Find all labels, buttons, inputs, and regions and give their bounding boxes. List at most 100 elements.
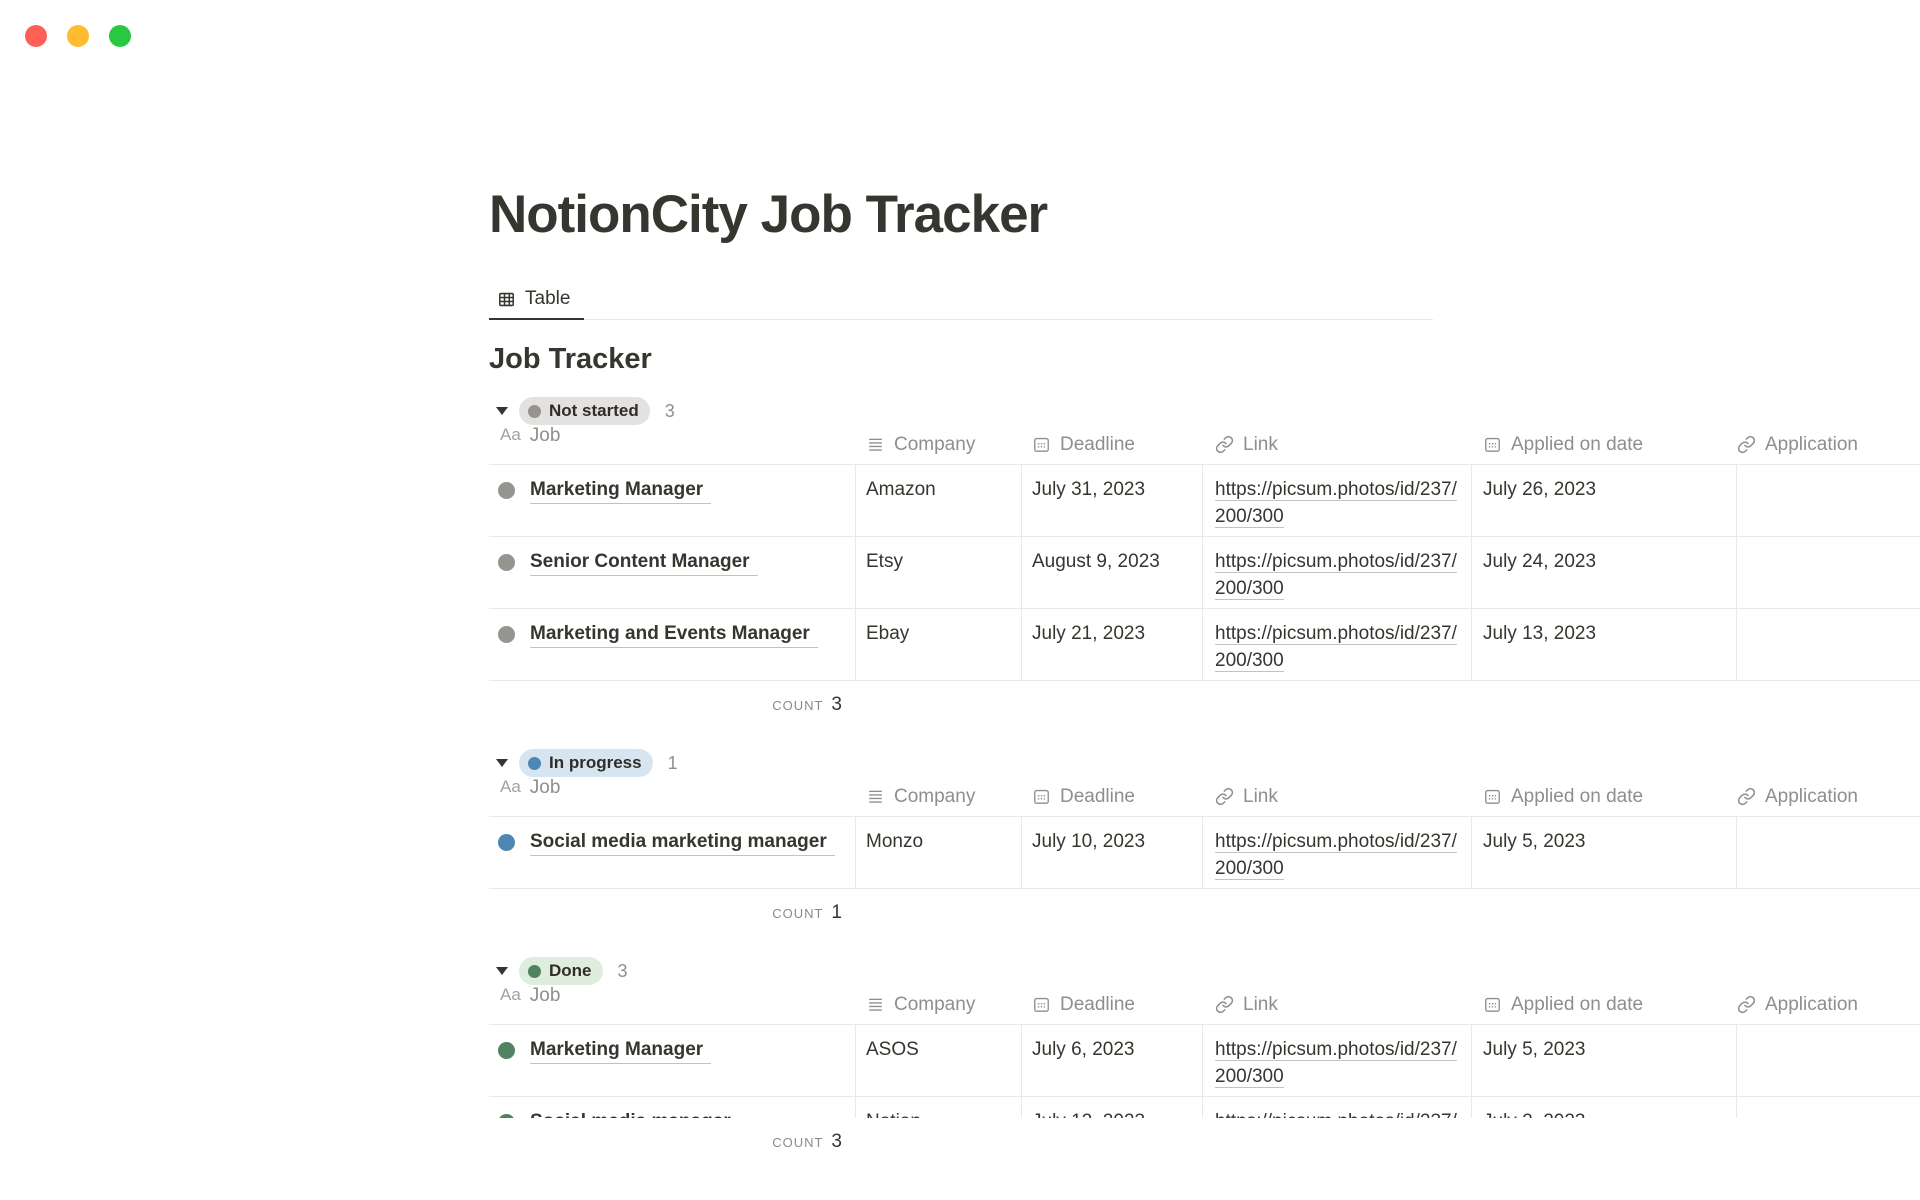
cell-company[interactable]: ASOS xyxy=(856,1025,1022,1096)
column-header-job[interactable]: AaJob xyxy=(489,425,856,464)
calendar-icon xyxy=(1483,435,1502,454)
collapse-toggle-icon[interactable] xyxy=(496,407,508,415)
column-header-applied-on-date[interactable]: Applied on date xyxy=(1472,985,1737,1024)
column-header-application[interactable]: Application xyxy=(1737,425,1920,464)
url-link[interactable]: https://picsum.photos/id/237/200/300 xyxy=(1215,479,1457,528)
table-row[interactable]: Marketing Manager Amazon July 31, 2023 h… xyxy=(489,465,1920,537)
url-link[interactable]: https://picsum.photos/id/237/200/300 xyxy=(1215,1039,1457,1088)
cell-deadline[interactable]: August 9, 2023 xyxy=(1022,537,1203,608)
status-pill[interactable]: In progress xyxy=(519,749,653,777)
table-row[interactable]: Senior Content Manager Etsy August 9, 20… xyxy=(489,537,1920,609)
cell-link[interactable]: https://picsum.photos/id/237/200/300 xyxy=(1203,537,1472,608)
cell-company[interactable]: Ebay xyxy=(856,609,1022,680)
count-value: 1 xyxy=(831,902,842,923)
count-summary-row[interactable]: COUNT3 xyxy=(489,681,856,729)
column-header-application[interactable]: Application xyxy=(1737,985,1920,1024)
url-link[interactable]: https://picsum.photos/id/237/200/300 xyxy=(1215,831,1457,880)
group-row-count: 1 xyxy=(668,753,678,774)
page-body: NotionCity Job Tracker Table Job Tracker… xyxy=(0,0,1920,1166)
status-dot-icon xyxy=(528,965,541,978)
cell-company[interactable]: Monzo xyxy=(856,817,1022,888)
minimize-window-button[interactable] xyxy=(67,25,89,47)
status-dot-icon xyxy=(528,405,541,418)
cell-link[interactable]: https://picsum.photos/id/237/200/300 xyxy=(1203,465,1472,536)
cell-company[interactable]: Amazon xyxy=(856,465,1022,536)
cell-job[interactable]: Social media manager xyxy=(489,1097,856,1118)
column-header-label: Job xyxy=(530,777,561,799)
cell-company[interactable]: Etsy xyxy=(856,537,1022,608)
cell-job[interactable]: Marketing and Events Manager xyxy=(489,609,856,680)
window-controls xyxy=(25,25,131,47)
column-header-job[interactable]: AaJob xyxy=(489,985,856,1024)
link-icon xyxy=(1215,787,1234,806)
count-summary-row[interactable]: COUNT3 xyxy=(489,1118,856,1166)
column-header-link[interactable]: Link xyxy=(1203,985,1472,1024)
cell-application[interactable] xyxy=(1737,1097,1920,1118)
table-row[interactable]: Marketing and Events Manager Ebay July 2… xyxy=(489,609,1920,681)
group-rows: Marketing Manager ASOS July 6, 2023 http… xyxy=(489,1025,1920,1118)
column-header-deadline[interactable]: Deadline xyxy=(1022,425,1203,464)
cell-applied-on-date[interactable]: July 24, 2023 xyxy=(1472,537,1737,608)
job-title-link[interactable]: Marketing and Events Manager xyxy=(530,622,818,648)
column-header-applied-on-date[interactable]: Applied on date xyxy=(1472,425,1737,464)
job-title-link[interactable]: Marketing Manager xyxy=(530,1038,711,1064)
cell-link[interactable]: https://picsum.photos/id/237/200/300 xyxy=(1203,609,1472,680)
cell-deadline[interactable]: July 6, 2023 xyxy=(1022,1025,1203,1096)
job-title-link[interactable]: Social media marketing manager xyxy=(530,830,835,856)
cell-application[interactable] xyxy=(1737,817,1920,888)
table-row[interactable]: Social media marketing manager Monzo Jul… xyxy=(489,817,1920,889)
count-summary-row[interactable]: COUNT1 xyxy=(489,889,856,937)
column-header-company[interactable]: Company xyxy=(856,425,1022,464)
column-header-applied-on-date[interactable]: Applied on date xyxy=(1472,777,1737,816)
cell-job[interactable]: Marketing Manager xyxy=(489,465,856,536)
job-title-link[interactable]: Social media manager xyxy=(530,1110,739,1118)
url-link[interactable]: https://picsum.photos/id/237/200/300 xyxy=(1215,1111,1457,1118)
table-row[interactable]: Social media manager Notion July 12, 202… xyxy=(489,1097,1920,1118)
column-header-deadline[interactable]: Deadline xyxy=(1022,985,1203,1024)
cell-link[interactable]: https://picsum.photos/id/237/200/300 xyxy=(1203,1025,1472,1096)
column-header-link[interactable]: Link xyxy=(1203,425,1472,464)
status-pill[interactable]: Not started xyxy=(519,397,650,425)
cell-deadline[interactable]: July 12, 2023 xyxy=(1022,1097,1203,1118)
column-header-job[interactable]: AaJob xyxy=(489,777,856,816)
column-header-deadline[interactable]: Deadline xyxy=(1022,777,1203,816)
cell-application[interactable] xyxy=(1737,1025,1920,1096)
cell-applied-on-date[interactable]: July 13, 2023 xyxy=(1472,609,1737,680)
cell-application[interactable] xyxy=(1737,609,1920,680)
column-header-company[interactable]: Company xyxy=(856,777,1022,816)
calendar-icon xyxy=(1032,995,1051,1014)
cell-deadline[interactable]: July 31, 2023 xyxy=(1022,465,1203,536)
group-rows: Marketing Manager Amazon July 31, 2023 h… xyxy=(489,465,1920,681)
url-link[interactable]: https://picsum.photos/id/237/200/300 xyxy=(1215,623,1457,672)
cell-application[interactable] xyxy=(1737,537,1920,608)
collapse-toggle-icon[interactable] xyxy=(496,967,508,975)
tab-table[interactable]: Table xyxy=(489,283,584,320)
cell-job[interactable]: Social media marketing manager xyxy=(489,817,856,888)
cell-applied-on-date[interactable]: July 5, 2023 xyxy=(1472,817,1737,888)
collection-title: Job Tracker xyxy=(489,341,1920,377)
column-header-company[interactable]: Company xyxy=(856,985,1022,1024)
url-link[interactable]: https://picsum.photos/id/237/200/300 xyxy=(1215,551,1457,600)
cell-link[interactable]: https://picsum.photos/id/237/200/300 xyxy=(1203,817,1472,888)
cell-applied-on-date[interactable]: July 26, 2023 xyxy=(1472,465,1737,536)
cell-company[interactable]: Notion xyxy=(856,1097,1022,1118)
cell-job[interactable]: Senior Content Manager xyxy=(489,537,856,608)
job-title-link[interactable]: Senior Content Manager xyxy=(530,550,758,576)
cell-application[interactable] xyxy=(1737,465,1920,536)
cell-job[interactable]: Marketing Manager xyxy=(489,1025,856,1096)
collapse-toggle-icon[interactable] xyxy=(496,759,508,767)
job-title-link[interactable]: Marketing Manager xyxy=(530,478,711,504)
cell-link[interactable]: https://picsum.photos/id/237/200/300 xyxy=(1203,1097,1472,1118)
column-header-label: Link xyxy=(1243,994,1278,1016)
status-pill[interactable]: Done xyxy=(519,957,603,985)
column-header-application[interactable]: Application xyxy=(1737,777,1920,816)
cell-deadline[interactable]: July 10, 2023 xyxy=(1022,817,1203,888)
table-row[interactable]: Marketing Manager ASOS July 6, 2023 http… xyxy=(489,1025,1920,1097)
cell-applied-on-date[interactable]: July 5, 2023 xyxy=(1472,1025,1737,1096)
cell-deadline[interactable]: July 21, 2023 xyxy=(1022,609,1203,680)
zoom-window-button[interactable] xyxy=(109,25,131,47)
column-header-link[interactable]: Link xyxy=(1203,777,1472,816)
close-window-button[interactable] xyxy=(25,25,47,47)
column-header-label: Job xyxy=(530,425,561,447)
cell-applied-on-date[interactable]: July 2, 2023 xyxy=(1472,1097,1737,1118)
